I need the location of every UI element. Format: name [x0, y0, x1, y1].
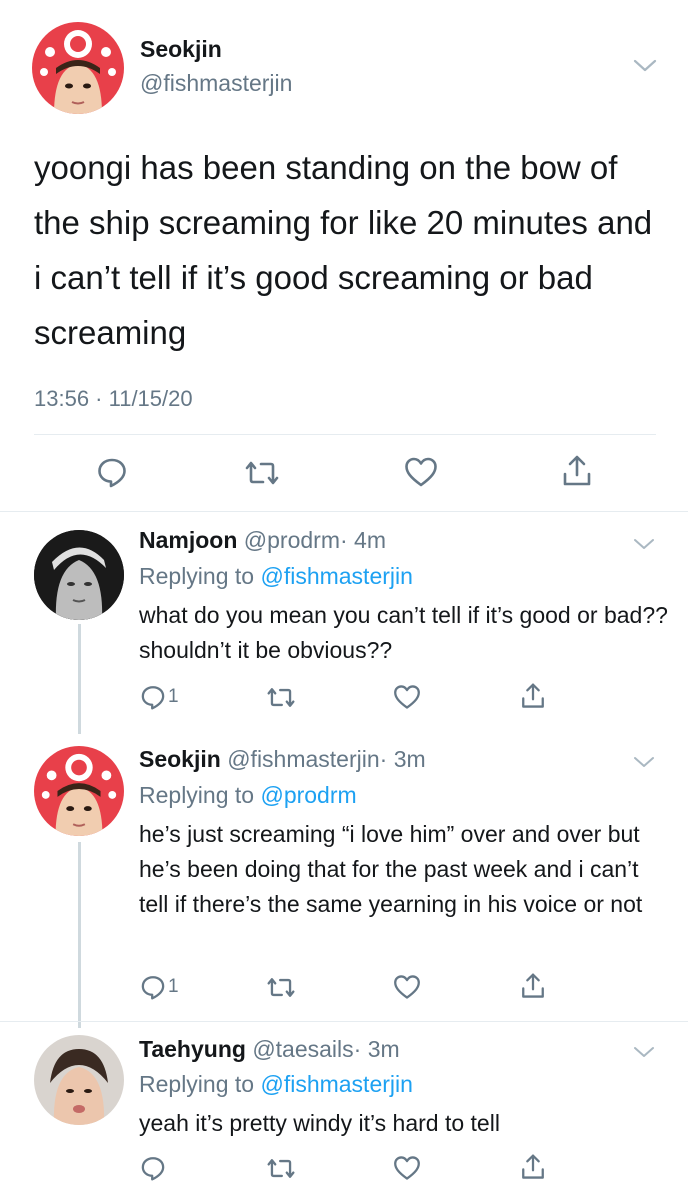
divider: [34, 434, 656, 435]
heart-icon: [394, 685, 420, 709]
main-tweet: Seokjin @fishmasterjin yoongi has been s…: [0, 0, 688, 512]
reply-count: 1: [168, 686, 179, 707]
reply-handle[interactable]: @fishmasterjin: [227, 746, 379, 772]
reply-time: · 3m: [353, 1036, 400, 1062]
reply-header[interactable]: Taehyung @taesails· 3m: [139, 1036, 400, 1063]
reply-icon: [98, 458, 126, 488]
replying-to-label: Replying to: [139, 1071, 261, 1097]
like-button[interactable]: [393, 684, 421, 710]
reply-text: he’s just screaming “i love him” over an…: [139, 821, 643, 917]
main-handle[interactable]: @fishmasterjin: [140, 70, 292, 97]
replying-to-link[interactable]: @prodrm: [260, 782, 356, 808]
heart-icon: [405, 457, 437, 487]
replying-to: Replying to @fishmasterjin: [139, 1071, 413, 1098]
reply-header[interactable]: Seokjin @fishmasterjin· 3m: [139, 746, 426, 773]
heart-icon: [394, 975, 420, 999]
share-button[interactable]: [520, 1153, 546, 1181]
replying-to-label: Replying to: [139, 782, 261, 808]
reply-tweet: Namjoon @prodrm· 4m Replying to @fishmas…: [0, 512, 688, 732]
retweet-button[interactable]: [267, 975, 295, 1000]
reply-text: what do you mean you can’t tell if it’s …: [139, 602, 668, 663]
reply-time: · 3m: [379, 746, 426, 772]
retweet-icon: [245, 461, 279, 485]
chevron-down-icon[interactable]: [632, 1044, 656, 1060]
replying-to-label: Replying to: [139, 563, 261, 589]
avatar-taehyung[interactable]: [34, 1035, 124, 1125]
share-icon: [522, 973, 544, 998]
share-button[interactable]: [520, 972, 546, 1000]
heart-icon: [394, 1156, 420, 1180]
avatar-seokjin[interactable]: [34, 746, 124, 836]
retweet-button[interactable]: [267, 1156, 295, 1181]
retweet-icon: [267, 1159, 295, 1178]
reply-icon: [141, 686, 165, 710]
reply-header[interactable]: Namjoon @prodrm· 4m: [139, 527, 386, 554]
reply-button[interactable]: [140, 1155, 168, 1181]
reply-time: · 4m: [339, 527, 386, 553]
chevron-down-icon[interactable]: [632, 536, 656, 552]
reply-count: 1: [168, 976, 179, 997]
share-button[interactable]: [561, 454, 593, 488]
reply-tweet: Seokjin @fishmasterjin· 3m Replying to @…: [0, 732, 688, 1022]
main-display-name[interactable]: Seokjin: [140, 36, 222, 63]
share-icon: [522, 1154, 544, 1179]
like-button[interactable]: [393, 1155, 421, 1181]
reply-button[interactable]: [96, 456, 128, 488]
share-icon: [563, 455, 591, 486]
like-button[interactable]: [393, 974, 421, 1000]
replying-to: Replying to @fishmasterjin: [139, 563, 413, 590]
retweet-button[interactable]: [267, 685, 295, 710]
reply-handle[interactable]: @taesails: [252, 1036, 353, 1062]
reply-display-name[interactable]: Seokjin: [139, 746, 221, 772]
share-button[interactable]: [520, 682, 546, 710]
retweet-button[interactable]: [245, 458, 279, 488]
reply-icon: [141, 976, 165, 1000]
replying-to-link[interactable]: @fishmasterjin: [260, 563, 412, 589]
like-button[interactable]: [404, 456, 438, 488]
chevron-down-icon[interactable]: [632, 56, 658, 74]
reply-tweet: Taehyung @taesails· 3m Replying to @fish…: [0, 1022, 688, 1200]
reply-display-name[interactable]: Taehyung: [139, 1036, 246, 1062]
avatar-namjoon[interactable]: [34, 530, 124, 620]
reply-button[interactable]: 1: [140, 974, 179, 1000]
tweet-timestamp[interactable]: 13:56 · 11/15/20: [34, 386, 193, 412]
avatar-seokjin[interactable]: [32, 22, 124, 114]
retweet-icon: [267, 688, 295, 707]
retweet-icon: [267, 978, 295, 997]
tweet-action-bar: [0, 450, 688, 494]
share-icon: [522, 683, 544, 708]
reply-text: yeah it’s pretty windy it’s hard to tell: [139, 1110, 500, 1136]
reply-icon: [141, 1157, 165, 1181]
tweet-text: yoongi has been standing on the bow of t…: [34, 149, 653, 351]
replying-to-link[interactable]: @fishmasterjin: [260, 1071, 412, 1097]
chevron-down-icon[interactable]: [632, 754, 656, 770]
replying-to: Replying to @prodrm: [139, 782, 357, 809]
reply-display-name[interactable]: Namjoon: [139, 527, 237, 553]
reply-button[interactable]: 1: [140, 684, 179, 710]
reply-handle[interactable]: @prodrm: [244, 527, 340, 553]
